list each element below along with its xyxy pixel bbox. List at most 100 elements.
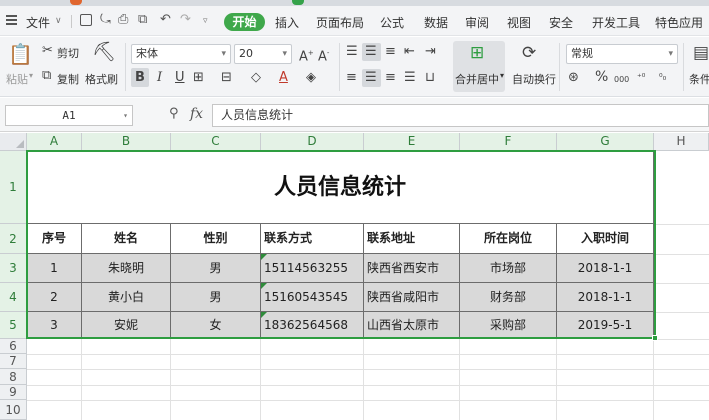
- wrap-text-icon[interactable]: ⟳: [522, 45, 536, 62]
- select-all-corner[interactable]: [0, 133, 27, 151]
- table-cell[interactable]: 男: [171, 254, 261, 283]
- align-center-icon[interactable]: ☰: [365, 70, 377, 86]
- table-cell[interactable]: 1: [27, 254, 82, 283]
- column-header-b[interactable]: B: [82, 133, 171, 151]
- cut-button[interactable]: 剪切: [57, 45, 79, 61]
- increase-decimal-icon[interactable]: ⁺⁰: [637, 70, 645, 86]
- row-header-3[interactable]: 3: [0, 254, 27, 283]
- justify-icon[interactable]: ☰: [404, 70, 416, 86]
- format-painter-icon[interactable]: ⛏: [92, 41, 116, 63]
- table-cell[interactable]: 2019-5-1: [557, 312, 654, 339]
- paste-button[interactable]: 粘贴: [6, 71, 28, 87]
- font-name-select[interactable]: 宋体 ▾: [131, 44, 231, 64]
- tab-developer[interactable]: 开发工具: [592, 14, 640, 31]
- tab-page-layout[interactable]: 页面布局: [316, 14, 364, 31]
- document-tab-indicator[interactable]: [70, 0, 82, 5]
- row-header-7[interactable]: 7: [0, 354, 27, 369]
- column-header-g[interactable]: G: [557, 133, 654, 151]
- table-cell[interactable]: 3: [27, 312, 82, 339]
- chevron-down-icon[interactable]: ∨: [55, 16, 62, 26]
- tab-start[interactable]: 开始: [224, 13, 265, 31]
- file-menu[interactable]: 文件: [26, 14, 50, 31]
- table-cell[interactable]: 黄小白: [82, 283, 171, 312]
- grow-font-icon[interactable]: A+: [299, 45, 314, 65]
- wrap-text-button[interactable]: 自动换行: [512, 71, 556, 87]
- row-header-2[interactable]: 2: [0, 224, 27, 254]
- table-cell[interactable]: 女: [171, 312, 261, 339]
- search-icon[interactable]: ⚲: [169, 106, 179, 121]
- align-left-icon[interactable]: ≡: [346, 70, 357, 86]
- table-cell[interactable]: 采购部: [460, 312, 557, 339]
- font-color-icon[interactable]: A: [279, 70, 288, 86]
- clear-format-icon[interactable]: ◈: [306, 70, 316, 86]
- decrease-decimal-icon[interactable]: ⁰₀: [659, 70, 666, 86]
- italic-button[interactable]: I: [157, 70, 162, 86]
- tab-formulas[interactable]: 公式: [380, 14, 404, 31]
- export-pdf-icon[interactable]: ⤿: [100, 12, 111, 27]
- borders-icon[interactable]: ⊞: [193, 70, 204, 86]
- table-cell[interactable]: 2: [27, 283, 82, 312]
- column-header-d[interactable]: D: [261, 133, 364, 151]
- copy-icon[interactable]: ⧉: [42, 68, 51, 84]
- fill-color-icon[interactable]: ◇: [251, 70, 261, 86]
- function-button[interactable]: fx: [190, 106, 203, 122]
- formula-input[interactable]: 人员信息统计: [212, 104, 709, 127]
- cell-style-icon[interactable]: ⊟: [221, 70, 232, 86]
- percent-button[interactable]: %: [595, 69, 608, 85]
- table-cell[interactable]: 18362564568: [261, 312, 364, 339]
- header-cell-phone[interactable]: 联系方式: [261, 224, 364, 254]
- table-cell[interactable]: 安妮: [82, 312, 171, 339]
- column-header-f[interactable]: F: [460, 133, 557, 151]
- decrease-indent-icon[interactable]: ⇤: [404, 44, 415, 60]
- table-cell[interactable]: 朱晓明: [82, 254, 171, 283]
- tab-view[interactable]: 视图: [507, 14, 531, 31]
- row-header-9[interactable]: 9: [0, 385, 27, 400]
- number-format-select[interactable]: 常规 ▾: [566, 44, 678, 64]
- row-header-6[interactable]: 6: [0, 339, 27, 354]
- active-tab-indicator[interactable]: [292, 0, 304, 5]
- table-cell[interactable]: 财务部: [460, 283, 557, 312]
- column-header-a[interactable]: A: [27, 133, 82, 151]
- table-cell[interactable]: 2018-1-1: [557, 283, 654, 312]
- bold-button[interactable]: B: [135, 70, 145, 86]
- header-cell-address[interactable]: 联系地址: [364, 224, 460, 254]
- paste-dropdown-icon[interactable]: ▾: [29, 71, 33, 80]
- row-header-4[interactable]: 4: [0, 283, 27, 312]
- table-cell[interactable]: 15160543545: [261, 283, 364, 312]
- table-cell[interactable]: 陕西省咸阳市: [364, 283, 460, 312]
- save-icon[interactable]: [80, 14, 92, 26]
- underline-button[interactable]: U: [175, 70, 185, 86]
- tab-special[interactable]: 特色应用: [655, 14, 703, 31]
- merge-center-button[interactable]: 合并居中: [455, 71, 499, 87]
- name-box[interactable]: A1 ▾: [5, 105, 133, 126]
- shrink-font-icon[interactable]: A-: [318, 45, 329, 65]
- align-bottom-icon[interactable]: ≡: [385, 44, 396, 60]
- table-cell[interactable]: 2018-1-1: [557, 254, 654, 283]
- increase-indent-icon[interactable]: ⇥: [425, 44, 436, 60]
- header-cell-gender[interactable]: 性别: [171, 224, 261, 254]
- copy-button[interactable]: 复制: [57, 71, 79, 87]
- chevron-down-icon[interactable]: ▾: [500, 71, 504, 80]
- table-cell[interactable]: 陕西省西安市: [364, 254, 460, 283]
- table-cell[interactable]: 15114563255: [261, 254, 364, 283]
- sheet-title-cell[interactable]: 人员信息统计: [27, 151, 654, 224]
- tab-security[interactable]: 安全: [549, 14, 573, 31]
- undo-icon[interactable]: ↶: [160, 12, 171, 27]
- redo-icon[interactable]: ↷: [180, 12, 191, 27]
- column-header-c[interactable]: C: [171, 133, 261, 151]
- tab-data[interactable]: 数据: [424, 14, 448, 31]
- row-header-8[interactable]: 8: [0, 369, 27, 385]
- header-cell-department[interactable]: 所在岗位: [460, 224, 557, 254]
- print-preview-icon[interactable]: ⧉: [138, 12, 147, 27]
- row-header-10[interactable]: 10: [0, 400, 27, 420]
- print-icon[interactable]: ⎙: [118, 12, 128, 27]
- header-cell-name[interactable]: 姓名: [82, 224, 171, 254]
- menu-icon[interactable]: [6, 15, 17, 26]
- merge-cells-icon[interactable]: ⊞: [470, 45, 484, 62]
- align-right-icon[interactable]: ≡: [385, 70, 396, 86]
- header-cell-index[interactable]: 序号: [27, 224, 82, 254]
- table-cell[interactable]: 山西省太原市: [364, 312, 460, 339]
- spreadsheet-grid[interactable]: A B C D E F G H 1 2 3 4 5 6 7 8 9 10 人员信…: [0, 133, 709, 420]
- conditional-format-icon[interactable]: ▤: [693, 45, 709, 62]
- paste-icon[interactable]: 📋: [8, 43, 33, 65]
